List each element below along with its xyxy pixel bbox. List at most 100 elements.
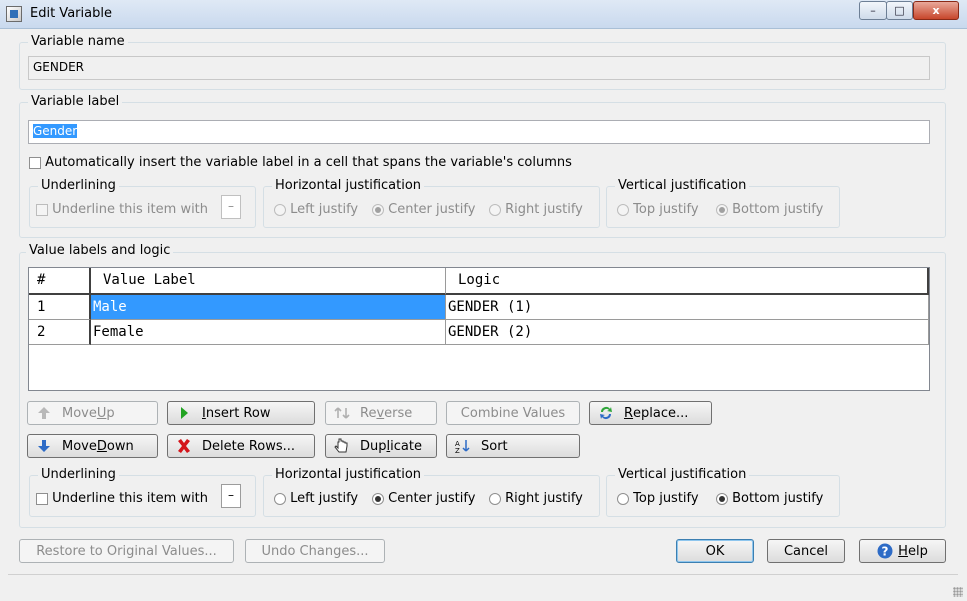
bottom-right-justify-label: Right justify — [505, 491, 583, 506]
replace-icon — [598, 405, 614, 421]
restore-original-button[interactable]: Restore to Original Values... — [19, 539, 234, 563]
reverse-text: Re — [360, 405, 377, 421]
top-underline-checkbox[interactable] — [36, 203, 48, 216]
replace-button[interactable]: Replace... — [589, 401, 712, 425]
bottom-vertical-heading: Vertical justification — [615, 467, 750, 482]
auto-insert-label: Automatically insert the variable label … — [45, 155, 572, 170]
table-row-2-number[interactable]: 2 — [29, 320, 91, 345]
variable-name-field: GENDER — [28, 56, 930, 80]
top-top-justify-option[interactable]: Top justify — [617, 202, 699, 217]
top-right-justify-option[interactable]: Right justify — [489, 202, 583, 217]
top-bottom-justify-label: Bottom justify — [732, 202, 824, 217]
variable-label-input[interactable]: Gender — [28, 120, 930, 144]
bottom-underline-checkbox[interactable] — [36, 492, 48, 505]
reverse-button[interactable]: Re v erse — [325, 401, 437, 425]
close-button[interactable]: x — [913, 1, 959, 20]
bottom-right-justify-option[interactable]: Right justify — [489, 491, 583, 506]
top-left-justify-label: Left justify — [290, 202, 359, 217]
top-center-justify-option[interactable]: Center justify — [372, 202, 475, 217]
sort-icon: AZ — [455, 438, 471, 455]
auto-insert-checkbox[interactable] — [29, 156, 41, 169]
insert-row-button[interactable]: Insert Row — [167, 401, 315, 425]
top-left-justify-radio[interactable] — [274, 203, 286, 216]
move-up-button[interactable]: Move Up — [27, 401, 158, 425]
top-vertical-heading: Vertical justification — [615, 178, 750, 193]
bottom-center-justify-option[interactable]: Center justify — [372, 491, 475, 506]
bottom-left-justify-radio[interactable] — [274, 492, 286, 505]
table-row-2-logic[interactable]: GENDER (2) — [446, 320, 929, 345]
column-header-number[interactable]: # — [29, 268, 91, 295]
bottom-bottom-justify-option[interactable]: Bottom justify — [716, 491, 823, 506]
bottom-horizontal-heading: Horizontal justification — [272, 467, 425, 482]
move-up-text-end: p — [106, 405, 115, 421]
svg-text:?: ? — [882, 545, 889, 559]
bottom-underline-char-box[interactable]: – — [221, 484, 241, 508]
duplicate-hand-icon — [334, 438, 350, 454]
cancel-button[interactable]: Cancel — [767, 539, 845, 563]
reverse-key: v — [376, 405, 385, 421]
top-right-justify-radio[interactable] — [489, 203, 501, 216]
duplicate-button[interactable]: Dup l icate — [325, 434, 437, 458]
combine-values-button[interactable]: Combine Values — [446, 401, 580, 425]
move-down-button[interactable]: Move Down — [27, 434, 158, 458]
top-bottom-justify-radio[interactable] — [716, 203, 728, 216]
table-row-1-label[interactable]: Male — [91, 295, 446, 320]
up-arrow-icon — [36, 405, 52, 421]
bottom-top-justify-option[interactable]: Top justify — [617, 491, 699, 506]
column-header-value-label[interactable]: Value Label — [91, 268, 446, 295]
table-row-1-logic[interactable]: GENDER (1) — [446, 295, 929, 320]
minimize-button[interactable]: – — [859, 1, 887, 20]
sort-button[interactable]: AZ Sort — [446, 434, 580, 458]
undo-changes-button[interactable]: Undo Changes... — [245, 539, 385, 563]
column-header-logic[interactable]: Logic — [446, 268, 929, 295]
bottom-bottom-justify-radio[interactable] — [716, 492, 728, 505]
top-underline-label: Underline this item with — [52, 202, 209, 217]
top-underline-option: Underline this item with — [36, 202, 208, 217]
footer-separator — [8, 574, 958, 575]
bottom-right-justify-radio[interactable] — [489, 492, 501, 505]
sort-text: Sort — [481, 438, 508, 454]
move-up-key: U — [96, 405, 107, 421]
duplicate-text-end: icate — [390, 438, 422, 454]
bottom-left-justify-option[interactable]: Left justify — [274, 491, 358, 506]
top-underline-char-box[interactable]: – — [221, 195, 241, 219]
help-button[interactable]: ? Help — [859, 539, 946, 563]
table-row-1-number[interactable]: 1 — [29, 295, 91, 320]
bottom-underline-label: Underline this item with — [52, 491, 209, 506]
top-bottom-justify-option[interactable]: Bottom justify — [716, 202, 823, 217]
top-center-justify-radio[interactable] — [372, 203, 384, 216]
delete-rows-text: Delete Rows... — [202, 438, 296, 454]
top-underlining-heading: Underlining — [38, 178, 119, 193]
app-icon — [6, 6, 22, 22]
value-labels-heading: Value labels and logic — [26, 243, 174, 258]
svg-text:Z: Z — [455, 447, 460, 454]
delete-x-icon — [176, 438, 192, 454]
variable-label-value: Gender — [33, 124, 78, 138]
top-horizontal-heading: Horizontal justification — [272, 178, 425, 193]
bottom-top-justify-radio[interactable] — [617, 492, 629, 505]
delete-rows-button[interactable]: Delete Rows... — [167, 434, 315, 458]
top-right-justify-label: Right justify — [505, 202, 583, 217]
bottom-center-justify-radio[interactable] — [372, 492, 384, 505]
reverse-icon — [334, 405, 350, 421]
resize-grip[interactable] — [953, 587, 963, 597]
bottom-left-justify-label: Left justify — [290, 491, 359, 506]
top-top-justify-radio[interactable] — [617, 203, 629, 216]
bottom-underline-option[interactable]: Underline this item with — [36, 491, 208, 506]
move-down-text-end: own — [106, 438, 134, 454]
move-up-text: Move — [62, 405, 97, 421]
help-text-end: elp — [907, 543, 928, 559]
table-row-2-label[interactable]: Female — [91, 320, 446, 345]
move-down-key: D — [96, 438, 107, 454]
auto-insert-option[interactable]: Automatically insert the variable label … — [29, 155, 572, 170]
bottom-center-justify-label: Center justify — [388, 491, 476, 506]
bottom-top-justify-label: Top justify — [633, 491, 699, 506]
replace-key: R — [624, 405, 634, 421]
help-icon: ? — [877, 543, 893, 559]
bottom-underlining-heading: Underlining — [38, 467, 119, 482]
ok-button[interactable]: OK — [676, 539, 754, 563]
top-left-justify-option[interactable]: Left justify — [274, 202, 358, 217]
value-labels-table[interactable]: # Value Label Logic 1 Male GENDER (1) 2 … — [28, 267, 930, 391]
variable-name-heading: Variable name — [28, 34, 128, 49]
maximize-button[interactable]: □ — [886, 1, 913, 20]
